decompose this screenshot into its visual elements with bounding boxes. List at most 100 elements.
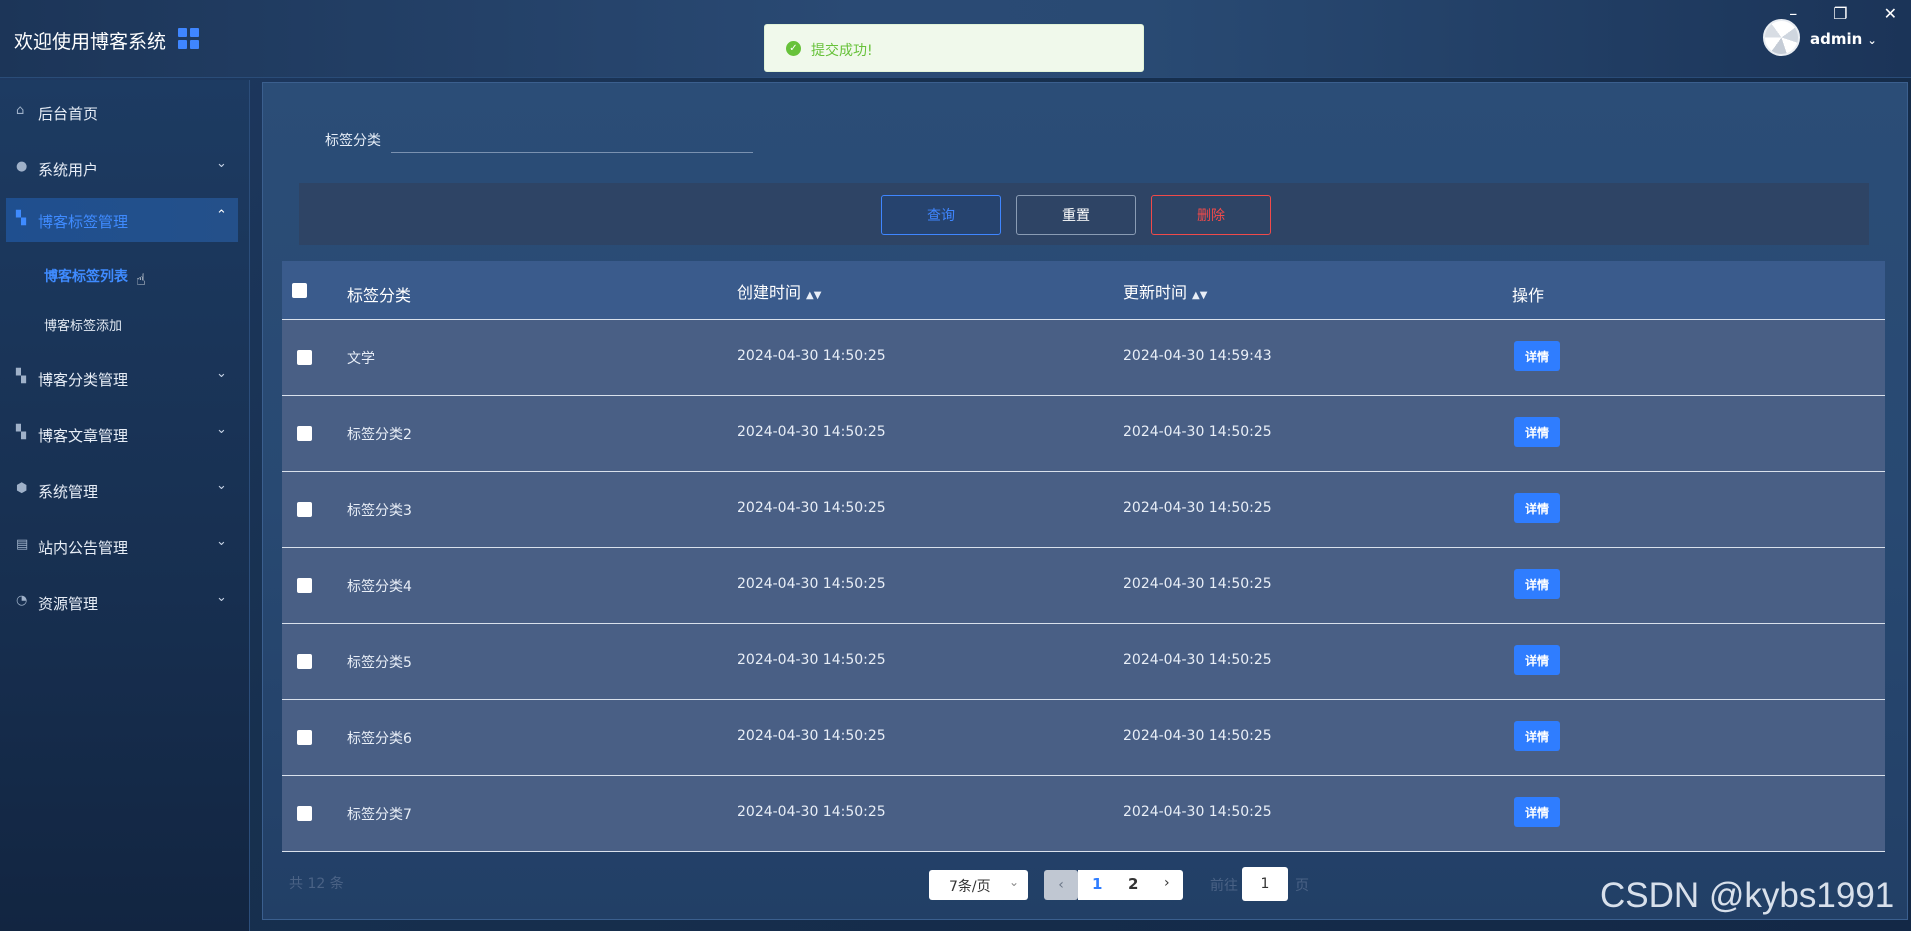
page-list: 1 2 › xyxy=(1078,870,1183,900)
chevron-down-icon: ⌄ xyxy=(216,478,227,493)
submenu-tag-list[interactable]: 博客标签列表 xyxy=(44,266,128,286)
chevron-down-icon: ⌄ xyxy=(216,422,227,437)
detail-button[interactable]: 详情 xyxy=(1514,645,1560,675)
cell-updated-time: 2024-04-30 14:50:25 xyxy=(1123,576,1272,592)
table-row: 标签分类4 2024-04-30 14:50:25 2024-04-30 14:50… xyxy=(282,548,1885,624)
apps-grid-icon[interactable] xyxy=(178,28,200,50)
header-label: 更新时间 xyxy=(1123,283,1188,302)
chevron-down-icon: ⌄ xyxy=(216,534,227,549)
settings-icon: ⬢ xyxy=(16,481,28,496)
sidebar-item-notice-management[interactable]: ▤ 站内公告管理 ⌄ xyxy=(0,524,240,568)
row-checkbox[interactable] xyxy=(297,426,312,441)
sidebar-item-system-management[interactable]: ⬢ 系统管理 ⌄ xyxy=(0,468,240,512)
sidebar-item-label: 博客标签管理 xyxy=(38,213,129,231)
success-toast: ✓ 提交成功! xyxy=(764,24,1144,72)
table-header: 标签分类 创建时间 ▲▼ 更新时间 ▲▼ 操作 xyxy=(282,261,1885,320)
goto-page-input[interactable]: 1 xyxy=(1242,867,1288,901)
query-button[interactable]: 查询 xyxy=(881,195,1001,235)
table-row: 标签分类3 2024-04-30 14:50:25 2024-04-30 14:50… xyxy=(282,472,1885,548)
cell-tag-category: 标签分类6 xyxy=(347,731,412,747)
sidebar-item-tag-management[interactable]: ▚ 博客标签管理 ⌃ xyxy=(6,198,238,242)
next-page-button[interactable]: › xyxy=(1164,875,1170,891)
close-icon[interactable]: ✕ xyxy=(1884,4,1897,23)
chevron-down-icon: ⌄ xyxy=(216,366,227,381)
cell-tag-category: 文学 xyxy=(347,351,375,367)
avatar[interactable] xyxy=(1763,19,1800,56)
app-window: 欢迎使用博客系统 – ❐ ✕ admin ⌄ ✓ 提交成功! ⌂ 后台首页 ● … xyxy=(0,0,1911,931)
header-updated-time[interactable]: 更新时间 ▲▼ xyxy=(1123,279,1207,303)
cell-created-time: 2024-04-30 14:50:25 xyxy=(737,500,886,516)
reset-button[interactable]: 重置 xyxy=(1016,195,1136,235)
sidebar-item-label: 博客分类管理 xyxy=(38,371,129,389)
row-checkbox[interactable] xyxy=(297,730,312,745)
page-2-button[interactable]: 2 xyxy=(1128,875,1138,893)
detail-button[interactable]: 详情 xyxy=(1514,493,1560,523)
dashboard-icon: ▚ xyxy=(16,211,26,226)
chevron-down-icon: ⌄ xyxy=(1009,875,1020,889)
detail-button[interactable]: 详情 xyxy=(1514,417,1560,447)
window-controls: – ❐ ✕ xyxy=(1789,4,1897,23)
search-label: 标签分类 xyxy=(325,133,381,149)
delete-button[interactable]: 删除 xyxy=(1151,195,1271,235)
submenu-tag-add[interactable]: 博客标签添加 xyxy=(44,315,122,334)
table-row: 文学 2024-04-30 14:50:25 2024-04-30 14:59:43… xyxy=(282,320,1885,396)
row-checkbox[interactable] xyxy=(297,806,312,821)
row-checkbox[interactable] xyxy=(297,502,312,517)
detail-button[interactable]: 详情 xyxy=(1514,341,1560,371)
chevron-down-icon: ⌄ xyxy=(216,590,227,605)
user-menu[interactable]: admin ⌄ xyxy=(1810,30,1877,48)
cell-updated-time: 2024-04-30 14:50:25 xyxy=(1123,804,1272,820)
row-checkbox[interactable] xyxy=(297,654,312,669)
detail-button[interactable]: 详情 xyxy=(1514,569,1560,599)
cell-created-time: 2024-04-30 14:50:25 xyxy=(737,348,886,364)
select-all-checkbox[interactable] xyxy=(292,283,307,298)
total-count: 共 12 条 xyxy=(289,876,344,892)
sidebar-item-resource-management[interactable]: ◔ 资源管理 ⌄ xyxy=(0,580,240,624)
restore-icon[interactable]: ❐ xyxy=(1833,4,1847,23)
cell-tag-category: 标签分类4 xyxy=(347,579,412,595)
page-size-value: 7条/页 xyxy=(949,879,991,895)
table-body: 文学 2024-04-30 14:50:25 2024-04-30 14:59:43… xyxy=(282,320,1885,852)
toast-message: 提交成功! xyxy=(811,43,873,59)
user-icon: ● xyxy=(16,159,28,174)
sidebar-item-category-management[interactable]: ▚ 博客分类管理 ⌄ xyxy=(0,356,240,400)
row-checkbox[interactable] xyxy=(297,350,312,365)
cell-updated-time: 2024-04-30 14:50:25 xyxy=(1123,500,1272,516)
page-size-select[interactable]: 7条/页 ⌄ xyxy=(929,870,1028,900)
row-checkbox[interactable] xyxy=(297,578,312,593)
prev-page-button[interactable]: ‹ xyxy=(1044,870,1078,900)
tag-category-input[interactable] xyxy=(391,123,753,153)
goto-label: 前往 xyxy=(1210,878,1238,894)
cell-created-time: 2024-04-30 14:50:25 xyxy=(737,576,886,592)
success-check-icon: ✓ xyxy=(786,41,801,56)
table-row: 标签分类5 2024-04-30 14:50:25 2024-04-30 14:50… xyxy=(282,624,1885,700)
table-row: 标签分类6 2024-04-30 14:50:25 2024-04-30 14:50… xyxy=(282,700,1885,776)
cell-tag-category: 标签分类5 xyxy=(347,655,412,671)
tag-table: 标签分类 创建时间 ▲▼ 更新时间 ▲▼ 操作 文学 2024-04-30 14:50… xyxy=(282,261,1885,852)
header-created-time[interactable]: 创建时间 ▲▼ xyxy=(737,279,821,303)
sidebar-item-label: 资源管理 xyxy=(38,595,99,613)
sidebar-item-label: 站内公告管理 xyxy=(38,539,129,557)
minimize-icon[interactable]: – xyxy=(1789,4,1797,23)
table-row: 标签分类7 2024-04-30 14:50:25 2024-04-30 14:50… xyxy=(282,776,1885,852)
page-1-button[interactable]: 1 xyxy=(1092,875,1102,893)
main-panel: 标签分类 查询 重置 删除 标签分类 创建时间 ▲▼ 更新时间 ▲▼ 操作 文学 20… xyxy=(262,82,1908,920)
header-label: 创建时间 xyxy=(737,283,802,302)
dashboard-icon: ▚ xyxy=(16,425,26,440)
sidebar-item-article-management[interactable]: ▚ 博客文章管理 ⌄ xyxy=(0,412,240,456)
detail-button[interactable]: 详情 xyxy=(1514,797,1560,827)
pie-chart-icon: ◔ xyxy=(16,593,28,608)
chevron-down-icon: ⌄ xyxy=(1867,34,1877,47)
app-title: 欢迎使用博客系统 xyxy=(14,31,167,53)
sidebar-item-label: 博客文章管理 xyxy=(38,427,129,445)
user-name: admin xyxy=(1810,30,1863,48)
header-tag-category: 标签分类 xyxy=(347,286,412,305)
sidebar-item-home[interactable]: ⌂ 后台首页 xyxy=(0,90,240,134)
dashboard-icon: ▚ xyxy=(16,369,26,384)
sidebar-item-system-users[interactable]: ● 系统用户 ⌄ xyxy=(0,146,240,190)
detail-button[interactable]: 详情 xyxy=(1514,721,1560,751)
sidebar-item-label: 系统管理 xyxy=(38,483,99,501)
sort-icon[interactable]: ▲▼ xyxy=(806,290,821,301)
sort-icon[interactable]: ▲▼ xyxy=(1192,290,1207,301)
watermark: CSDN @kybs1991 xyxy=(1600,876,1895,915)
